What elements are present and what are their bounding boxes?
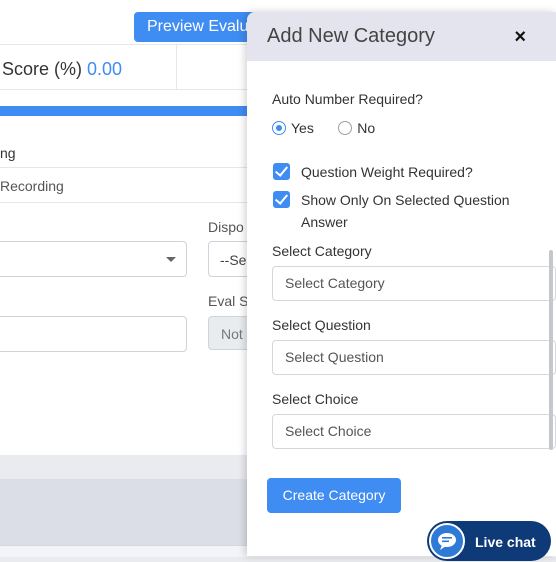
auto-number-radio-group: Yes No <box>272 119 375 137</box>
disposition-label: Dispo <box>208 219 244 235</box>
close-icon[interactable]: × <box>514 26 526 49</box>
radio-yes[interactable] <box>272 120 286 135</box>
select-category-label: Select Category <box>272 243 372 259</box>
radio-no-label: No <box>357 119 376 136</box>
chat-bubble-icon <box>438 533 456 550</box>
progress-fill <box>0 106 250 116</box>
question-weight-label: Question Weight Required? <box>301 164 473 180</box>
modal-scrollbar[interactable] <box>549 250 553 450</box>
score-value: 0.00 <box>87 59 123 79</box>
modal-header: Add New Category × <box>247 12 556 61</box>
eval-label: Eval S <box>208 293 249 309</box>
progress-bar <box>0 106 250 116</box>
add-category-modal: Add New Category × Auto Number Required?… <box>247 12 556 556</box>
auto-number-label: Auto Number Required? <box>272 91 423 107</box>
divider <box>0 167 250 168</box>
live-chat-label: Live chat <box>475 534 536 550</box>
show-only-checkbox[interactable] <box>273 191 290 208</box>
show-only-label-line2: Answer <box>301 214 348 230</box>
radio-no[interactable] <box>338 120 353 135</box>
chevron-down-icon <box>166 257 176 262</box>
question-select[interactable]: Select Question <box>272 340 556 375</box>
radio-yes-label: Yes <box>291 119 314 136</box>
select-question-label: Select Question <box>272 317 371 333</box>
live-chat-button[interactable]: Live chat <box>427 521 551 561</box>
row-text-1: ng <box>0 145 16 161</box>
choice-select[interactable]: Select Choice <box>272 414 556 449</box>
divider <box>176 45 177 91</box>
show-only-label-line1: Show Only On Selected Question <box>301 192 510 208</box>
background-input[interactable] <box>0 316 187 352</box>
score-label: Score (%) 0.00 <box>2 59 122 80</box>
chat-icon <box>429 523 465 559</box>
category-select[interactable]: Select Category <box>272 266 556 301</box>
question-weight-checkbox[interactable] <box>273 163 290 180</box>
background-select[interactable] <box>0 241 187 277</box>
create-category-button[interactable]: Create Category <box>267 478 401 513</box>
select-choice-label: Select Choice <box>272 391 359 407</box>
score-label-text: Score (%) <box>2 59 83 79</box>
modal-title: Add New Category <box>267 25 435 47</box>
recording-label: Recording <box>0 178 64 194</box>
divider <box>0 202 250 203</box>
